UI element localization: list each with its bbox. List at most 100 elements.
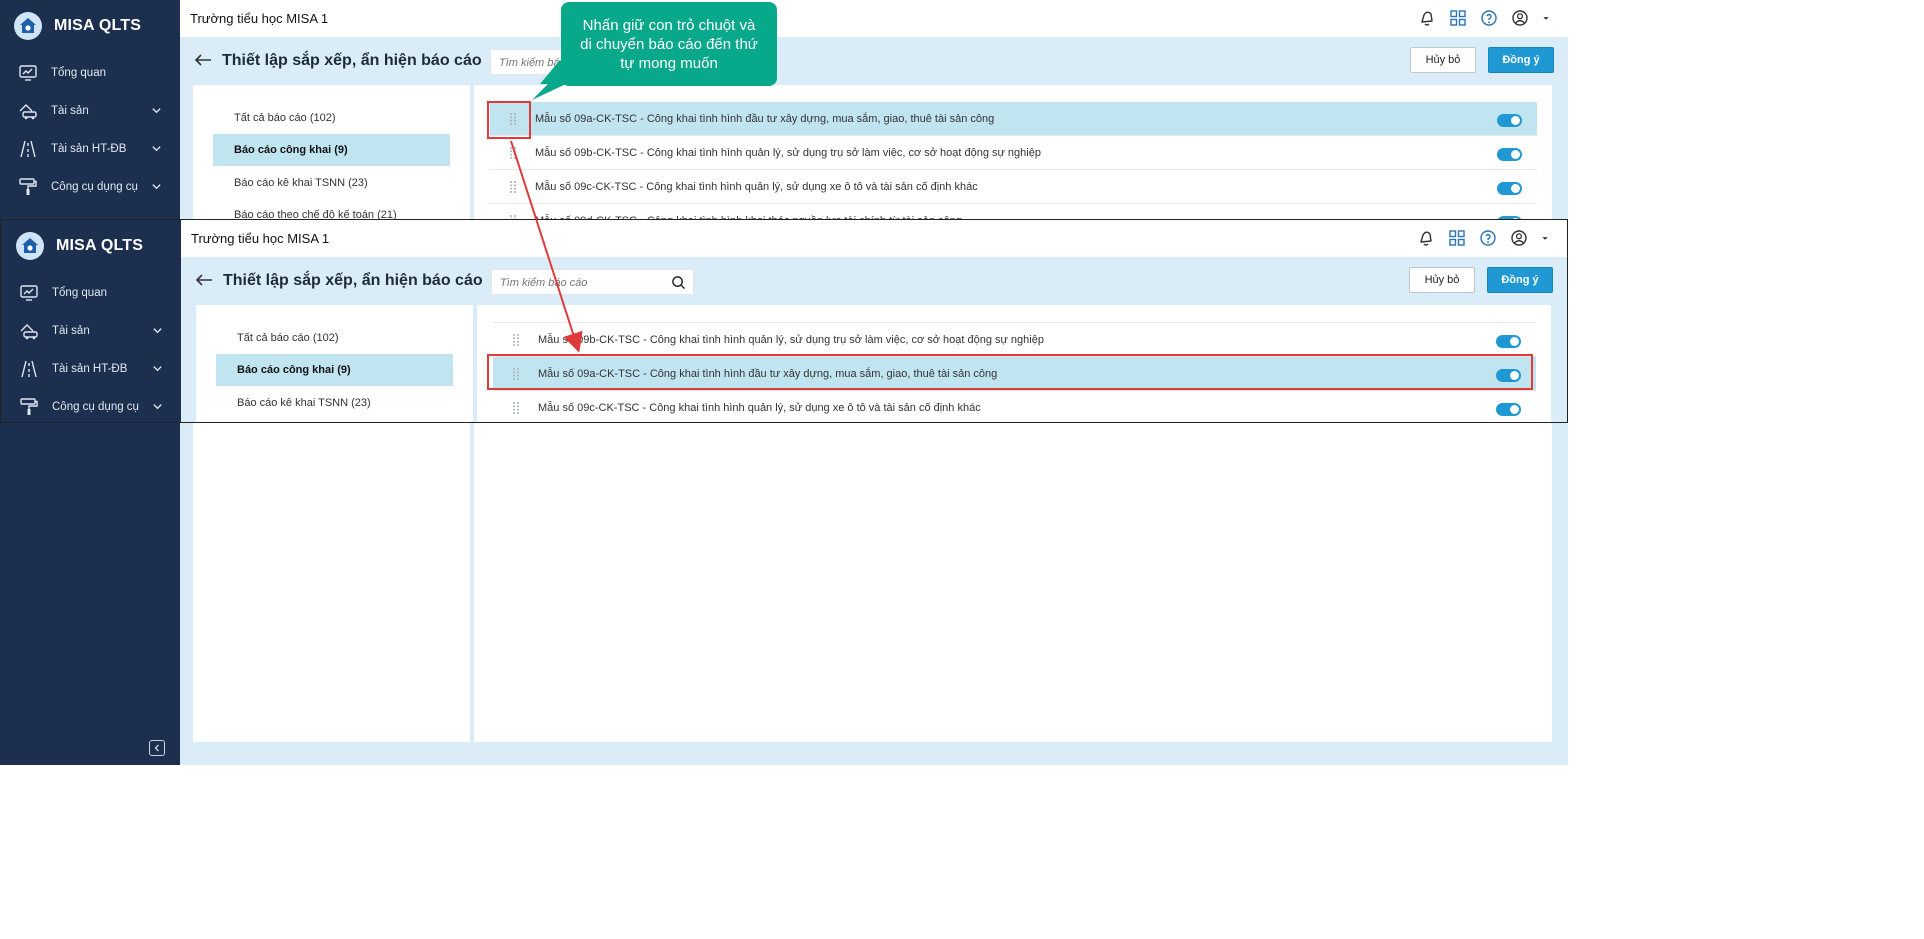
bell-icon[interactable]	[1417, 229, 1435, 247]
visibility-toggle[interactable]	[1496, 403, 1521, 416]
drag-handle-icon[interactable]	[508, 180, 518, 194]
sidebar-item-label: Tài sản HT-ĐB	[52, 363, 128, 375]
sidebar-item-overview[interactable]: Tổng quan	[1, 274, 181, 312]
report-title: Mẫu số 09a-CK-TSC - Công khai tình hình …	[535, 112, 995, 125]
sidebar-item-tools[interactable]: Công cụ dụng cụ	[0, 168, 180, 206]
paint-roller-icon	[20, 398, 38, 415]
drag-handle-icon[interactable]	[511, 333, 521, 347]
chevron-down-icon[interactable]	[151, 105, 162, 116]
sidebar: MISA QLTS Tổng quan Tài sản Tài sản HT-Đ…	[1, 220, 181, 422]
caret-down-icon[interactable]	[1542, 9, 1550, 27]
category-item[interactable]: Báo cáo kê khai TSNN (23)	[216, 387, 453, 419]
app-name: MISA QLTS	[54, 17, 142, 34]
screen-after: MISA QLTS Tổng quan Tài sản Tài sản HT-Đ…	[0, 219, 1568, 423]
sidebar-item-assets[interactable]: Tài sản	[1, 312, 181, 350]
home-logo-icon	[16, 232, 44, 260]
visibility-toggle[interactable]	[1497, 148, 1522, 161]
visibility-toggle[interactable]	[1497, 182, 1522, 195]
confirm-button[interactable]: Đồng ý	[1488, 47, 1554, 73]
category-item[interactable]: Tất cả báo cáo (102)	[216, 322, 453, 354]
cancel-button[interactable]: Hủy bỏ	[1409, 267, 1475, 293]
caret-down-icon[interactable]	[1541, 229, 1549, 247]
category-panel: Tất cả báo cáo (102) Báo cáo công khai (…	[196, 305, 473, 422]
sidebar-item-tools[interactable]: Công cụ dụng cụ	[1, 388, 181, 422]
chevron-left-icon	[154, 744, 159, 752]
collapse-sidebar-button[interactable]	[149, 740, 165, 756]
report-row[interactable]: Mẫu số 09a-CK-TSC - Công khai tình hình …	[490, 102, 1537, 136]
app-name: MISA QLTS	[56, 237, 144, 254]
sidebar-item-label: Tài sản	[52, 325, 90, 337]
car-house-icon	[20, 324, 38, 340]
help-icon[interactable]	[1480, 9, 1498, 27]
app-logo[interactable]: MISA QLTS	[16, 232, 143, 260]
search-input[interactable]	[492, 270, 667, 296]
cancel-button[interactable]: Hủy bỏ	[1410, 47, 1476, 73]
car-house-icon	[19, 104, 37, 120]
report-title: Mẫu số 09b-CK-TSC - Công khai tình hình …	[538, 333, 1044, 346]
page-title: Thiết lập sắp xếp, ẩn hiện báo cáo	[222, 52, 482, 69]
home-logo-icon	[14, 12, 42, 40]
chevron-down-icon[interactable]	[152, 401, 163, 412]
sidebar-item-label: Tài sản	[51, 105, 89, 117]
search-box[interactable]	[491, 269, 694, 296]
sidebar-item-assets[interactable]: Tài sản	[0, 92, 180, 130]
chevron-down-icon[interactable]	[151, 181, 162, 192]
confirm-button[interactable]: Đồng ý	[1487, 267, 1553, 293]
report-row[interactable]: Mẫu số 09c-CK-TSC - Công khai tình hình …	[490, 170, 1537, 204]
search-icon[interactable]	[671, 275, 686, 290]
chevron-down-icon[interactable]	[151, 143, 162, 154]
sidebar-item-special-assets[interactable]: Tài sản HT-ĐB	[0, 130, 180, 168]
report-row[interactable]: Mẫu số 09c-CK-TSC - Công khai tình hình …	[493, 391, 1536, 422]
instruction-callout: Nhấn giữ con trỏ chuột và di chuyển báo …	[561, 2, 777, 86]
app-logo[interactable]: MISA QLTS	[14, 12, 141, 40]
school-name: Trường tiểu học MISA 1	[191, 231, 330, 246]
report-title: Mẫu số 09c-CK-TSC - Công khai tình hình …	[535, 180, 978, 193]
sidebar-nav: Tổng quan Tài sản Tài sản HT-ĐB Công cụ …	[1, 274, 181, 422]
apps-grid-icon[interactable]	[1449, 9, 1467, 27]
help-icon[interactable]	[1479, 229, 1497, 247]
drag-handle-icon[interactable]	[508, 146, 518, 160]
category-item-selected[interactable]: Báo cáo công khai (9)	[213, 134, 450, 166]
visibility-toggle[interactable]	[1497, 114, 1522, 127]
report-title: Mẫu số 09b-CK-TSC - Công khai tình hình …	[535, 146, 1041, 159]
road-icon	[20, 140, 36, 158]
drag-handle-icon[interactable]	[511, 401, 521, 415]
drag-handle-highlight-box	[487, 101, 531, 139]
sidebar-item-special-assets[interactable]: Tài sản HT-ĐB	[1, 350, 181, 388]
sidebar-item-label: Công cụ dụng cụ	[51, 181, 138, 193]
road-icon	[21, 360, 37, 378]
page-header: Thiết lập sắp xếp, ẩn hiện báo cáo Hủy b…	[180, 37, 1568, 85]
category-item[interactable]: Tất cả báo cáo (102)	[213, 102, 450, 134]
topbar-actions	[1418, 9, 1550, 27]
topbar: Trường tiểu học MISA 1	[180, 0, 1568, 37]
sidebar-nav: Tổng quan Tài sản Tài sản HT-ĐB Công cụ …	[0, 54, 180, 206]
chevron-down-icon[interactable]	[152, 363, 163, 374]
report-row-partial	[493, 305, 1536, 323]
report-title: Mẫu số 09c-CK-TSC - Công khai tình hình …	[538, 401, 981, 414]
monitor-chart-icon	[19, 65, 37, 81]
chevron-down-icon[interactable]	[152, 325, 163, 336]
page-header: Thiết lập sắp xếp, ẩn hiện báo cáo Hủy b…	[181, 257, 1567, 305]
page-title: Thiết lập sắp xếp, ẩn hiện báo cáo	[223, 272, 483, 289]
topbar-actions	[1417, 229, 1549, 247]
category-item[interactable]: Báo cáo kê khai TSNN (23)	[213, 167, 450, 199]
back-arrow-icon[interactable]	[194, 53, 212, 67]
bell-icon[interactable]	[1418, 9, 1436, 27]
back-arrow-icon[interactable]	[195, 273, 213, 287]
report-row[interactable]: Mẫu số 09b-CK-TSC - Công khai tình hình …	[493, 323, 1536, 357]
sidebar-item-label: Tổng quan	[51, 67, 106, 79]
apps-grid-icon[interactable]	[1448, 229, 1466, 247]
school-name: Trường tiểu học MISA 1	[190, 11, 329, 26]
user-account-icon[interactable]	[1511, 9, 1529, 27]
report-row[interactable]: Mẫu số 09b-CK-TSC - Công khai tình hình …	[490, 136, 1537, 170]
user-account-icon[interactable]	[1510, 229, 1528, 247]
topbar: Trường tiểu học MISA 1	[181, 220, 1567, 257]
sidebar-item-label: Tổng quan	[52, 287, 107, 299]
visibility-toggle[interactable]	[1496, 335, 1521, 348]
monitor-chart-icon	[20, 285, 38, 301]
moved-row-highlight-box	[487, 354, 1533, 390]
category-item-selected[interactable]: Báo cáo công khai (9)	[216, 354, 453, 386]
paint-roller-icon	[19, 178, 37, 195]
sidebar-item-label: Công cụ dụng cụ	[52, 401, 139, 413]
sidebar-item-overview[interactable]: Tổng quan	[0, 54, 180, 92]
